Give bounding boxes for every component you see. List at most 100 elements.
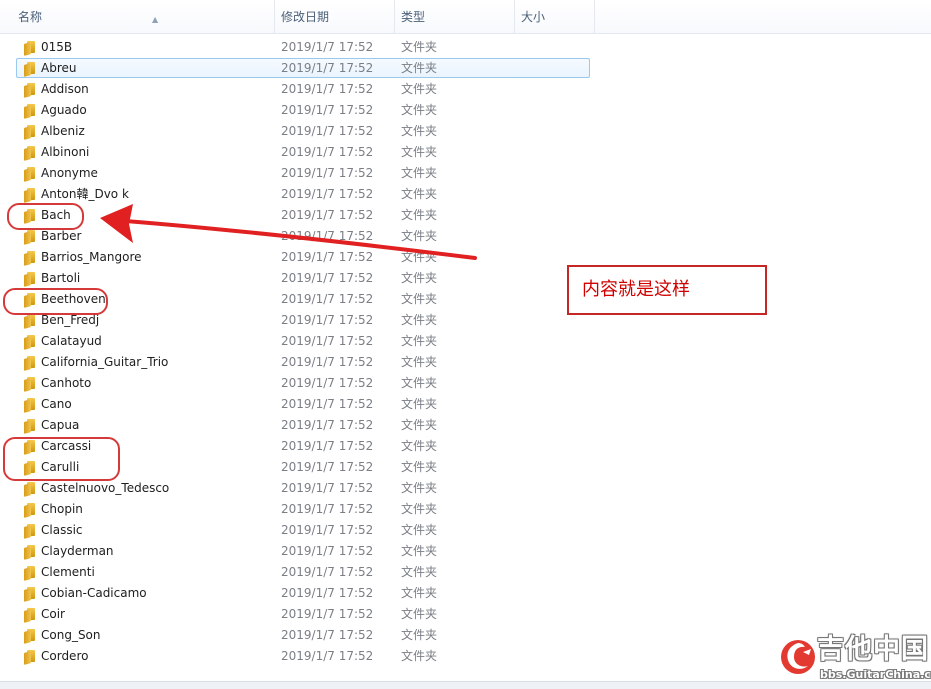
file-name: Anton韓_Dvo k: [41, 187, 129, 201]
folder-icon: [24, 377, 35, 392]
file-row[interactable]: Abreu 2019/1/7 17:52 文件夹: [0, 58, 931, 79]
file-date-modified: 2019/1/7 17:52: [281, 208, 374, 222]
file-date-modified: 2019/1/7 17:52: [281, 82, 374, 96]
file-name: Clayderman: [41, 544, 114, 558]
file-date-modified: 2019/1/7 17:52: [281, 103, 374, 117]
file-row[interactable]: California_Guitar_Trio 2019/1/7 17:52 文件夹: [0, 352, 931, 373]
file-type: 文件夹: [401, 502, 438, 516]
file-row[interactable]: Addison 2019/1/7 17:52 文件夹: [0, 79, 931, 100]
file-row[interactable]: Albeniz 2019/1/7 17:52 文件夹: [0, 121, 931, 142]
file-row[interactable]: Carulli 2019/1/7 17:52 文件夹: [0, 457, 931, 478]
file-row[interactable]: Bartoli 2019/1/7 17:52 文件夹: [0, 268, 931, 289]
file-date-modified: 2019/1/7 17:52: [281, 355, 374, 369]
file-date-modified: 2019/1/7 17:52: [281, 250, 374, 264]
file-row[interactable]: Cobian-Cadicamo 2019/1/7 17:52 文件夹: [0, 583, 931, 604]
file-row[interactable]: Chopin 2019/1/7 17:52 文件夹: [0, 499, 931, 520]
file-name: Castelnuovo_Tedesco: [41, 481, 170, 495]
folder-icon: [24, 41, 35, 56]
file-date-modified: 2019/1/7 17:52: [281, 145, 374, 159]
file-type: 文件夹: [401, 313, 438, 327]
file-row[interactable]: Cano 2019/1/7 17:52 文件夹: [0, 394, 931, 415]
annotation-box: 内容就是这样: [567, 265, 767, 315]
file-row[interactable]: Barrios_Mangore 2019/1/7 17:52 文件夹: [0, 247, 931, 268]
file-type: 文件夹: [401, 271, 438, 285]
file-type: 文件夹: [401, 82, 438, 96]
file-type: 文件夹: [401, 565, 438, 579]
column-header-type[interactable]: 类型: [395, 0, 515, 33]
file-row[interactable]: Bach 2019/1/7 17:52 文件夹: [0, 205, 931, 226]
file-date-modified: 2019/1/7 17:52: [281, 271, 374, 285]
file-row[interactable]: Barber 2019/1/7 17:52 文件夹: [0, 226, 931, 247]
file-row[interactable]: Beethoven 2019/1/7 17:52 文件夹: [0, 289, 931, 310]
file-explorer: 名称 ▲ 修改日期 类型 大小 015B 2019/1/7 17:52 文件夹 Abr…: [0, 0, 931, 689]
file-date-modified: 2019/1/7 17:52: [281, 586, 374, 600]
file-row[interactable]: Anton韓_Dvo k 2019/1/7 17:52 文件夹: [0, 184, 931, 205]
file-row[interactable]: Coir 2019/1/7 17:52 文件夹: [0, 604, 931, 625]
folder-icon: [24, 272, 35, 287]
folder-icon: [24, 146, 35, 161]
file-row[interactable]: Clementi 2019/1/7 17:52 文件夹: [0, 562, 931, 583]
column-header-date[interactable]: 修改日期: [275, 0, 395, 33]
folder-icon: [24, 335, 35, 350]
folder-icon: [24, 188, 35, 203]
folder-icon: [24, 356, 35, 371]
folder-icon: [24, 251, 35, 266]
file-type: 文件夹: [401, 229, 438, 243]
file-name: Bartoli: [41, 271, 81, 285]
file-name: Coir: [41, 607, 65, 621]
file-type: 文件夹: [401, 460, 438, 474]
file-type: 文件夹: [401, 292, 438, 306]
file-row[interactable]: Carcassi 2019/1/7 17:52 文件夹: [0, 436, 931, 457]
file-date-modified: 2019/1/7 17:52: [281, 502, 374, 516]
file-row[interactable]: Anonyme 2019/1/7 17:52 文件夹: [0, 163, 931, 184]
file-type: 文件夹: [401, 628, 438, 642]
file-type: 文件夹: [401, 208, 438, 222]
file-date-modified: 2019/1/7 17:52: [281, 166, 374, 180]
column-header-type-label: 类型: [401, 10, 426, 24]
folder-icon: [24, 167, 35, 182]
column-header-size-label: 大小: [521, 10, 546, 24]
file-row[interactable]: Ben_Fredj 2019/1/7 17:52 文件夹: [0, 310, 931, 331]
file-type: 文件夹: [401, 40, 438, 54]
highlight-circle-bach: [7, 203, 84, 230]
file-row[interactable]: Canhoto 2019/1/7 17:52 文件夹: [0, 373, 931, 394]
file-name: Barrios_Mangore: [41, 250, 142, 264]
guitarchina-logo-icon: [781, 640, 815, 674]
file-type: 文件夹: [401, 103, 438, 117]
file-name: Cong_Son: [41, 628, 101, 642]
folder-icon: [24, 587, 35, 602]
folder-icon: [24, 524, 35, 539]
folder-icon: [24, 482, 35, 497]
file-type: 文件夹: [401, 334, 438, 348]
file-row[interactable]: Capua 2019/1/7 17:52 文件夹: [0, 415, 931, 436]
file-row[interactable]: 015B 2019/1/7 17:52 文件夹: [0, 37, 931, 58]
file-name: Cano: [41, 397, 72, 411]
column-header-size[interactable]: 大小: [515, 0, 595, 33]
file-type: 文件夹: [401, 649, 438, 663]
folder-icon: [24, 650, 35, 665]
file-row[interactable]: Castelnuovo_Tedesco 2019/1/7 17:52 文件夹: [0, 478, 931, 499]
folder-icon: [24, 83, 35, 98]
file-row[interactable]: Classic 2019/1/7 17:52 文件夹: [0, 520, 931, 541]
column-header-name[interactable]: 名称 ▲: [12, 0, 275, 33]
file-name: Canhoto: [41, 376, 92, 390]
highlight-circle-carcassi-carulli: [3, 437, 120, 481]
file-type: 文件夹: [401, 607, 438, 621]
watermark: 吉他中国 bbs.GuitarChina.com: [778, 634, 931, 686]
folder-icon: [24, 398, 35, 413]
file-date-modified: 2019/1/7 17:52: [281, 544, 374, 558]
file-date-modified: 2019/1/7 17:52: [281, 229, 374, 243]
column-header-name-label: 名称: [18, 10, 43, 24]
file-row[interactable]: Albinoni 2019/1/7 17:52 文件夹: [0, 142, 931, 163]
file-name: Barber: [41, 229, 82, 243]
folder-icon: [24, 125, 35, 140]
file-row[interactable]: Aguado 2019/1/7 17:52 文件夹: [0, 100, 931, 121]
file-row[interactable]: Calatayud 2019/1/7 17:52 文件夹: [0, 331, 931, 352]
file-type: 文件夹: [401, 355, 438, 369]
folder-icon: [24, 566, 35, 581]
column-header-bar: 名称 ▲ 修改日期 类型 大小: [0, 0, 931, 34]
file-date-modified: 2019/1/7 17:52: [281, 124, 374, 138]
file-date-modified: 2019/1/7 17:52: [281, 313, 374, 327]
file-date-modified: 2019/1/7 17:52: [281, 397, 374, 411]
file-row[interactable]: Clayderman 2019/1/7 17:52 文件夹: [0, 541, 931, 562]
